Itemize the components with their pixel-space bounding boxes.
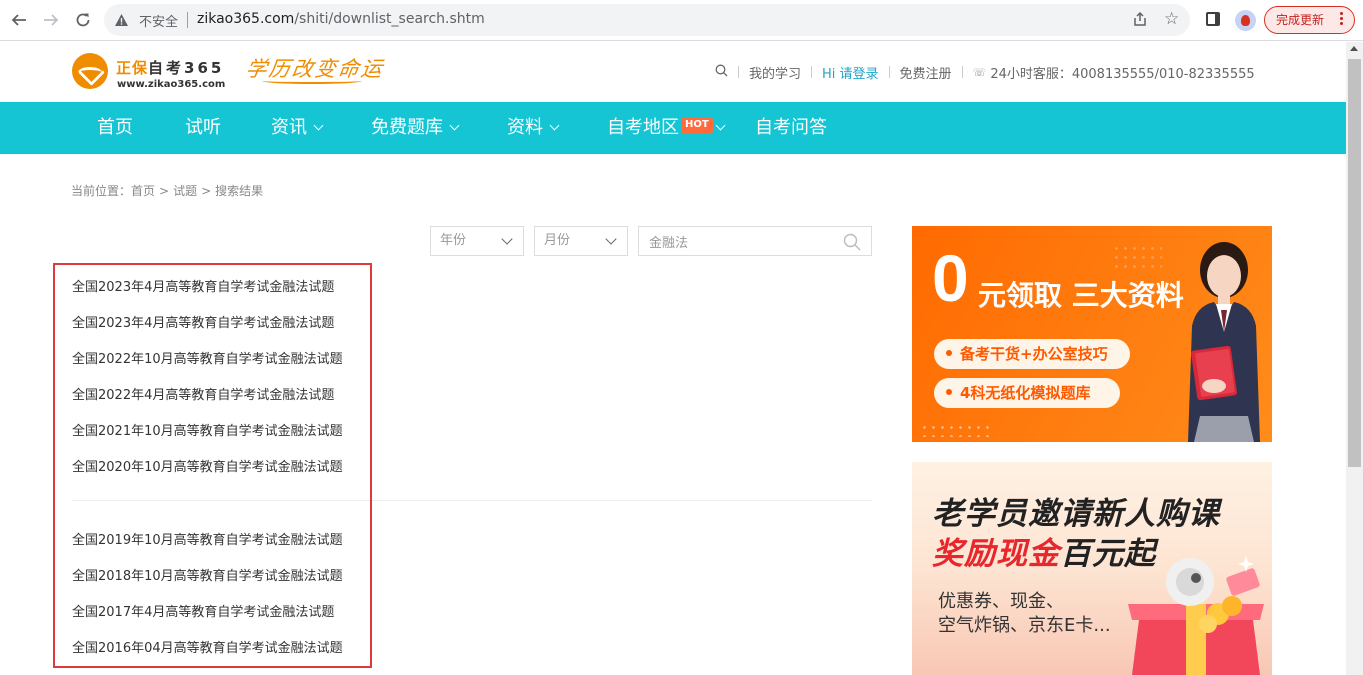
chevron-down-icon [605,233,617,245]
reload-icon[interactable] [71,8,95,32]
banner-title: 元领取 三大资料 [978,279,1184,312]
gift-box-illustration [1128,556,1264,675]
result-link[interactable]: 全国2020年10月高等教育自学考试金融法试题 [72,456,343,475]
breadcrumb-prefix: 当前位置： [71,184,132,198]
result-link[interactable]: 全国2023年4月高等教育自学考试金融法试题 [72,312,334,331]
banner-perk-2: 空气炸锅、京东E卡... [938,615,1111,636]
logo-brand[interactable]: 正保自考365 [116,57,224,78]
site-header: 正保自考365 www.zikao365.com 学历改变命运 我的学习 Hi … [0,42,1346,102]
nav-item-home[interactable]: 首页 [97,102,133,154]
divider [738,66,739,78]
search-input[interactable] [639,227,829,255]
phone-icon: ☏ [972,65,987,79]
result-divider [72,500,872,501]
hot-badge: HOT [681,117,713,133]
page-scrollbar[interactable] [1346,42,1363,675]
year-select[interactable]: 年份 [430,226,524,256]
nav-item-materials[interactable]: 资料 [507,102,560,154]
nav-item-qa[interactable]: 自考问答 [755,102,827,154]
result-link[interactable]: 全国2019年10月高等教育自学考试金融法试题 [72,529,343,548]
result-link[interactable]: 全国2023年4月高等教育自学考试金融法试题 [72,276,334,295]
back-icon[interactable] [7,8,31,32]
free-materials-banner[interactable]: 0 元领取 三大资料 备考干货+办公室技巧 4科无纸化模拟题库 [912,226,1272,442]
chevron-down-icon [313,120,324,131]
decorative-dots [920,423,990,437]
banner-perk-1: 优惠券、现金、 [938,591,1064,612]
breadcrumb: 当前位置：首页 > 试题 > 搜索结果 [71,182,263,199]
referral-banner[interactable]: 老学员邀请新人购课 奖励现金百元起 优惠券、现金、 空气炸锅、京东E卡... [912,462,1272,675]
result-link[interactable]: 全国2017年4月高等教育自学考试金融法试题 [72,601,334,620]
logo-url: www.zikao365.com [117,79,226,90]
decorative-dots [1112,244,1162,274]
my-study-link[interactable]: 我的学习 [749,63,801,82]
forward-icon[interactable] [39,8,63,32]
browser-toolbar: 不安全 zikao365.com/shiti/downlist_search.s… [0,0,1363,41]
url-text[interactable]: zikao365.com/shiti/downlist_search.shtm [197,11,485,27]
nav-item-news[interactable]: 资讯 [271,102,324,154]
side-panel-icon[interactable] [1206,12,1220,26]
breadcrumb-separator: > [201,184,212,198]
banner-pill-2: 4科无纸化模拟题库 [934,378,1120,408]
nav-item-regions[interactable]: 自考地区 HOT [607,102,726,154]
result-link[interactable]: 全国2018年10月高等教育自学考试金融法试题 [72,565,343,584]
chevron-down-icon [549,120,560,131]
banner-pill-1: 备考干货+办公室技巧 [934,339,1130,369]
chevron-down-icon [501,233,513,245]
result-link[interactable]: 全国2016年04月高等教育自学考试金融法试题 [72,637,343,656]
search-icon[interactable] [715,64,728,81]
bookmark-star-icon[interactable]: ☆ [1164,9,1179,29]
breadcrumb-section[interactable]: 试题 [173,184,197,198]
search-icon[interactable] [843,233,861,255]
insecure-label[interactable]: 不安全 [139,11,178,30]
nav-item-trial[interactable]: 试听 [185,102,221,154]
nav-item-question-bank[interactable]: 免费题库 [371,102,460,154]
divider [888,66,890,78]
login-link[interactable]: Hi 请登录 [822,63,879,82]
warning-icon[interactable] [114,12,129,31]
breadcrumb-home[interactable]: 首页 [131,184,155,198]
breadcrumb-current: 搜索结果 [215,184,264,198]
share-icon[interactable] [1132,11,1148,31]
result-link[interactable]: 全国2022年10月高等教育自学考试金融法试题 [72,348,343,367]
divider [961,66,963,78]
breadcrumb-separator: > [159,184,170,198]
result-link[interactable]: 全国2022年4月高等教育自学考试金融法试题 [72,384,334,403]
divider [811,66,813,78]
profile-avatar[interactable] [1235,10,1256,31]
result-link[interactable]: 全国2021年10月高等教育自学考试金融法试题 [72,420,343,439]
address-bar[interactable]: 不安全 zikao365.com/shiti/downlist_search.s… [104,4,1190,36]
month-select[interactable]: 月份 [534,226,628,256]
scroll-thumb[interactable] [1348,59,1361,467]
url-separator [187,12,188,28]
register-link[interactable]: 免费注册 [900,63,952,82]
hotline-text: 24小时客服：4008135555/010-82335555 [990,66,1255,82]
chevron-down-icon [449,120,460,131]
site-logo-icon[interactable] [72,53,108,89]
student-illustration [1188,242,1260,442]
scroll-up-arrow-icon[interactable] [1350,46,1358,51]
main-nav: 首页 试听 资讯 免费题库 资料 自考地区 HOT 自考问答 [0,102,1346,154]
menu-dots-icon[interactable] [1340,10,1344,27]
search-box [638,226,872,256]
top-links: 我的学习 Hi 请登录 免费注册 ☏ 24小时客服：4008135555/010… [715,63,1255,82]
slogan-underline [262,78,362,84]
banner-headline: 老学员邀请新人购课 [932,496,1220,532]
chevron-down-icon [715,120,726,131]
banner-zero: 0 [932,241,969,315]
